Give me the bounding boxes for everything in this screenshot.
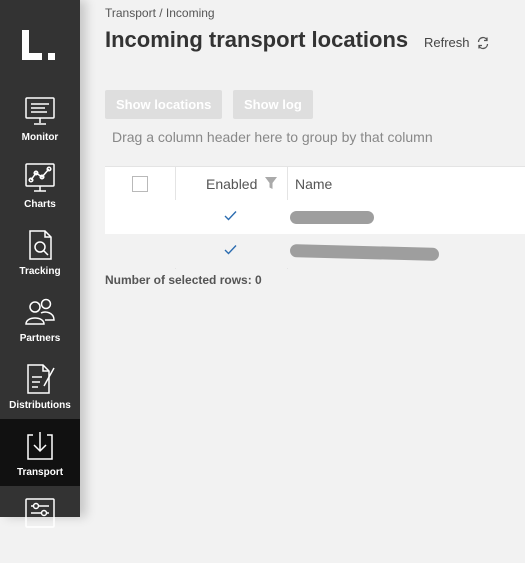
show-locations-button[interactable]: Show locations [105, 90, 223, 119]
logo[interactable] [20, 28, 60, 62]
column-header-name[interactable]: Name [295, 176, 332, 192]
table-row[interactable] [105, 234, 525, 268]
checkmark-icon[interactable] [224, 210, 237, 221]
main-content: Transport / Incoming Incoming transport … [80, 0, 525, 517]
page-title: Incoming transport locations [105, 27, 409, 52]
filter-icon[interactable] [264, 176, 278, 190]
group-by-drop-area[interactable]: Drag a column header here to group by th… [112, 129, 433, 145]
charts-icon [25, 163, 55, 192]
column-header-enabled[interactable]: Enabled [206, 176, 257, 192]
breadcrumb: Transport / Incoming [105, 6, 215, 20]
checkmark-icon[interactable] [224, 244, 237, 255]
refresh-label: Refresh [424, 35, 470, 50]
sidebar-item-tracking[interactable]: Tracking [0, 228, 80, 295]
distributions-icon [27, 364, 55, 394]
sidebar-item-partners[interactable]: Partners [0, 295, 80, 362]
sidebar-item-label: Charts [24, 199, 56, 210]
data-grid: Enabled Name [105, 166, 525, 269]
sidebar-item-transport[interactable]: Transport [0, 419, 80, 486]
sidebar-item-label: Monitor [21, 132, 59, 143]
refresh-icon [477, 36, 488, 49]
redacted-name [289, 244, 440, 261]
sidebar-item-label: Distributions [9, 400, 71, 411]
sidebar-item-label: Transport [16, 467, 64, 478]
partners-icon [25, 298, 55, 325]
sidebar-item-monitor[interactable]: Monitor [0, 94, 80, 161]
sidebar-item-settings[interactable] [0, 496, 80, 563]
tracking-icon [29, 230, 52, 260]
selected-rows-count: Number of selected rows: 0 [105, 273, 262, 287]
sidebar-item-label: Partners [19, 333, 61, 344]
sidebar: Monitor Charts Tracking Partners Distrib… [0, 0, 80, 528]
sidebar-item-charts[interactable]: Charts [0, 161, 80, 228]
sidebar-item-label: Tracking [19, 266, 61, 277]
select-all-checkbox[interactable] [132, 176, 148, 192]
settings-sliders-icon [25, 498, 55, 528]
show-log-button[interactable]: Show log [233, 90, 313, 119]
refresh-button[interactable]: Refresh [424, 35, 490, 50]
grid-header: Enabled Name [105, 166, 525, 201]
transport-icon [27, 432, 53, 460]
redacted-name [290, 211, 374, 224]
table-row[interactable] [105, 200, 525, 234]
monitor-icon [25, 97, 55, 125]
